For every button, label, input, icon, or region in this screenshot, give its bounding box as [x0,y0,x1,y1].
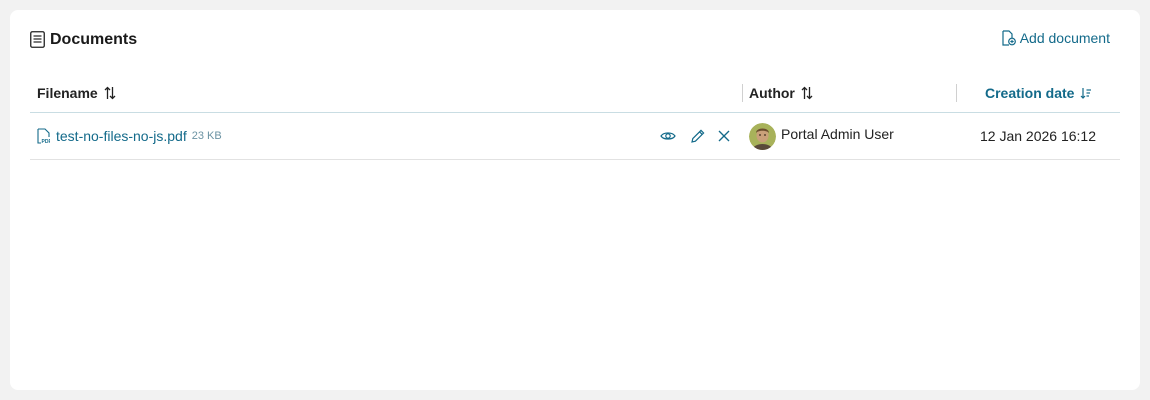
filename-cell: PDF test-no-files-no-js.pdf 23 KB [37,113,222,159]
documents-card: Documents Add document Filename Author C… [10,10,1140,390]
column-header-filename-label: Filename [37,85,98,101]
column-divider [742,84,743,102]
column-header-author[interactable]: Author [749,74,813,112]
svg-text:PDF: PDF [42,139,51,144]
file-link[interactable]: test-no-files-no-js.pdf [56,128,187,144]
column-header-author-label: Author [749,85,795,101]
column-header-creation-date-label: Creation date [985,85,1075,101]
table-header: Filename Author Creation date [30,74,1120,113]
sort-icon [104,86,116,100]
file-size: 23 KB [191,130,222,142]
row-actions [660,113,732,159]
page-title: Documents [50,31,138,48]
author-cell: Portal Admin User [749,113,894,159]
add-document-button[interactable]: Add document [1002,30,1110,46]
view-button[interactable] [660,128,676,144]
table-row: PDF test-no-files-no-js.pdf 23 KB Portal… [30,113,1120,160]
pencil-icon [691,129,705,143]
add-document-icon [1002,30,1016,46]
author-name: Portal Admin User [781,126,894,142]
creation-date-cell: 12 Jan 2026 16:12 [980,128,1096,144]
avatar [749,122,776,150]
add-document-label: Add document [1019,30,1110,46]
eye-icon [660,132,676,140]
sort-icon [801,86,813,100]
close-icon [718,130,730,142]
edit-button[interactable] [690,128,706,144]
column-header-filename[interactable]: Filename [37,74,116,112]
pdf-file-icon: PDF [37,128,52,145]
delete-button[interactable] [716,128,732,144]
sort-descending-icon [1080,86,1092,100]
document-list-icon [30,30,45,48]
column-divider [956,84,957,102]
column-header-creation-date[interactable]: Creation date [985,74,1092,112]
title-wrap: Documents [30,30,137,48]
documents-table: Filename Author Creation date PDF test-n… [30,74,1120,160]
card-header: Documents Add document [30,30,1120,52]
